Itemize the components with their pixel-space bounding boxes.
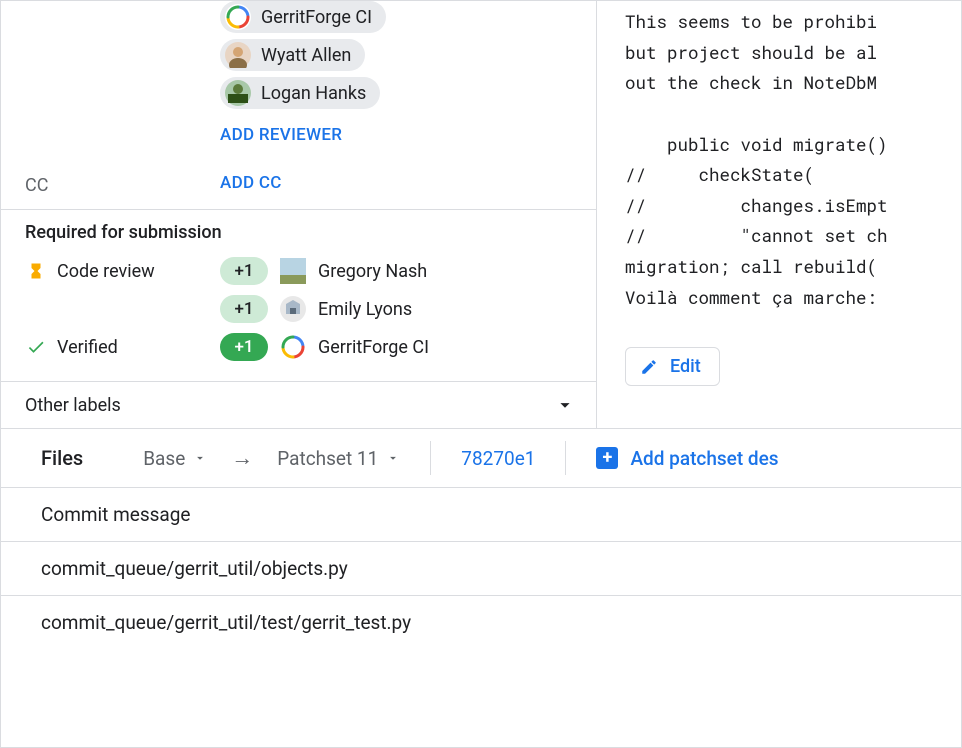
arrow-right-icon: → (231, 445, 253, 471)
avatar (280, 296, 306, 322)
requirement-row: Verified +1 GerritForge CI (25, 333, 572, 361)
avatar (225, 42, 251, 68)
submission-header: Required for submission (25, 222, 572, 243)
plus-icon: + (596, 447, 618, 469)
add-cc-button[interactable]: ADD CC (220, 169, 596, 197)
base-dropdown[interactable]: Base (143, 447, 207, 470)
chevron-down-icon (554, 394, 576, 416)
voter-name: Emily Lyons (318, 299, 412, 320)
files-toolbar: Files Base → Patchset 11 78270e1 + Add p… (1, 428, 961, 487)
vote-pill: +1 (220, 333, 268, 361)
other-labels-text: Other labels (25, 395, 121, 416)
files-title: Files (41, 446, 83, 470)
reviewer-name: Logan Hanks (261, 83, 366, 104)
requirement-name: Code review (57, 261, 155, 282)
edit-button[interactable]: Edit (625, 347, 720, 386)
requirement-name: Verified (57, 337, 118, 358)
voter-name: GerritForge CI (318, 337, 429, 358)
file-row[interactable]: commit_queue/gerrit_util/test/gerrit_tes… (1, 595, 961, 649)
add-reviewer-button[interactable]: ADD REVIEWER (220, 121, 596, 149)
avatar (225, 80, 251, 106)
pencil-icon (640, 358, 658, 376)
add-patchset-desc-button[interactable]: + Add patchset des (596, 447, 778, 470)
caret-down-icon (386, 451, 400, 465)
file-row[interactable]: commit_queue/gerrit_util/objects.py (1, 541, 961, 595)
edit-label: Edit (670, 356, 701, 377)
vote-pill: +1 (220, 257, 268, 285)
reviewers-list: GerritForge CI Wyatt Allen Logan Hanks ADD … (220, 1, 596, 149)
reviewer-name: GerritForge CI (261, 7, 372, 28)
requirement-row: Code review +1 Gregory Nash (25, 257, 572, 285)
avatar (280, 258, 306, 284)
file-row[interactable]: Commit message (1, 487, 961, 541)
avatar (280, 334, 306, 360)
reviewer-chip[interactable]: Wyatt Allen (220, 39, 365, 71)
patchset-dropdown[interactable]: Patchset 11 (277, 447, 400, 470)
commit-hash-link[interactable]: 78270e1 (461, 447, 535, 470)
requirement-row: +1 Emily Lyons (25, 295, 572, 323)
hourglass-icon (25, 261, 47, 281)
vote-pill: +1 (220, 295, 268, 323)
reviewer-chip[interactable]: Logan Hanks (220, 77, 380, 109)
voter-name: Gregory Nash (318, 261, 427, 282)
reviewer-name: Wyatt Allen (261, 45, 351, 66)
reviewer-chip[interactable]: GerritForge CI (220, 1, 386, 33)
check-icon (25, 337, 47, 357)
other-labels-toggle[interactable]: Other labels (1, 382, 596, 428)
commit-message-preview: This seems to be prohibi but project sho… (625, 1, 961, 313)
avatar (225, 4, 251, 30)
caret-down-icon (193, 451, 207, 465)
cc-label: CC (25, 169, 220, 196)
